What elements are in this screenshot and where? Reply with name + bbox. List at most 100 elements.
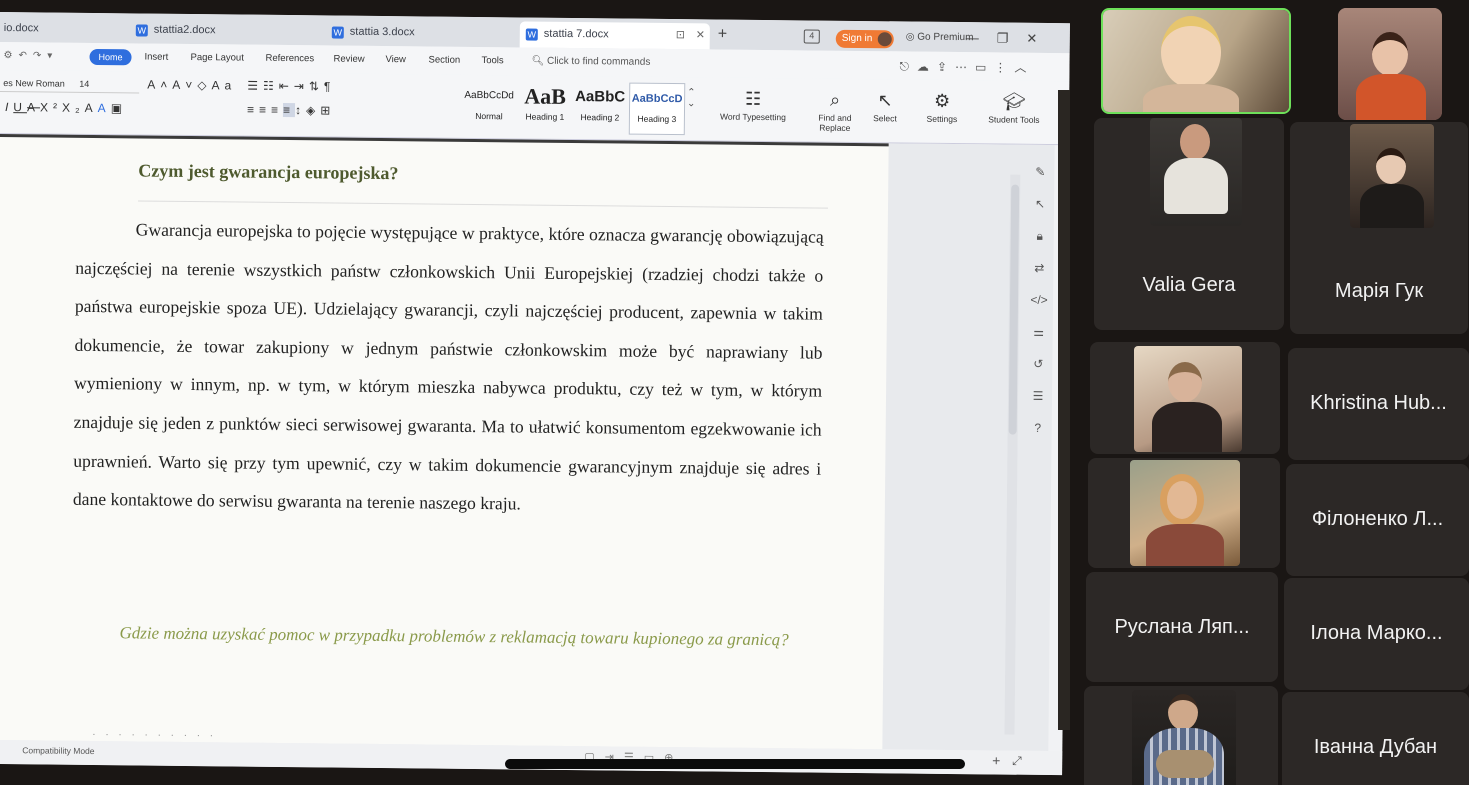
tab-document-1[interactable]: io.docx xyxy=(0,16,47,43)
subscript-icon[interactable]: X₂ xyxy=(62,101,85,115)
cloud-icon[interactable]: ☁ xyxy=(917,60,937,74)
align-right-icon[interactable]: ≡ xyxy=(271,103,283,117)
participant-tile-valia-gera[interactable]: Valia Gera xyxy=(1094,118,1284,330)
indent-icon[interactable]: ⇥ xyxy=(294,79,309,93)
help-icon[interactable]: ? xyxy=(1025,421,1049,453)
redo-icon[interactable]: ↷ xyxy=(33,50,48,61)
font-name-select[interactable]: es New Roman 14 xyxy=(0,75,140,94)
superscript-icon[interactable]: X² xyxy=(40,100,62,114)
zoom-in-icon[interactable]: + xyxy=(992,752,1000,768)
strikethrough-icon[interactable]: A xyxy=(27,100,40,114)
menu-section[interactable]: Section xyxy=(428,54,460,65)
tab-document-3[interactable]: W stattia 3.docx xyxy=(326,19,423,46)
close-icon[interactable]: ✕ xyxy=(1026,31,1055,46)
document-subheading[interactable]: Gdzie można uzyskać pomoc w przypadku pr… xyxy=(59,618,807,656)
chevron-down-icon[interactable]: ▾ xyxy=(47,50,58,61)
participant-tile-ilona[interactable]: Ілона Марко... xyxy=(1284,578,1469,690)
borders-icon[interactable]: ⊞ xyxy=(320,103,335,117)
align-left-icon[interactable]: ≡ xyxy=(247,103,259,117)
sliders-icon[interactable]: ⚌ xyxy=(1026,325,1050,357)
settings-icon[interactable]: ⚙ xyxy=(3,50,18,61)
participant-tile-ruslana[interactable]: Руслана Ляп... xyxy=(1086,572,1278,682)
style-heading-1[interactable]: AaB Heading 1 xyxy=(519,81,572,134)
numbering-icon[interactable]: ☷ xyxy=(263,79,279,93)
styles-scroll-icon[interactable]: ⌃ ⌄ xyxy=(687,87,696,109)
shrink-font-icon[interactable]: A˅ xyxy=(172,78,197,92)
collapse-ribbon-icon[interactable]: ︿ xyxy=(1014,61,1034,75)
new-tab-button[interactable]: + xyxy=(718,26,728,44)
multi-window-icon[interactable]: 4 xyxy=(803,29,820,44)
close-tab-icon[interactable]: ✕ xyxy=(696,28,705,41)
border-char-icon[interactable]: ▣ xyxy=(111,101,127,115)
menu-tools[interactable]: Tools xyxy=(481,55,503,66)
comment-icon[interactable]: ▭ xyxy=(975,60,994,74)
translate-icon[interactable]: ⇄ xyxy=(1027,261,1051,293)
outdent-icon[interactable]: ⇤ xyxy=(279,79,294,93)
style-normal[interactable]: AaBbCcDd Normal xyxy=(461,81,518,134)
menu-page-layout[interactable]: Page Layout xyxy=(190,52,243,64)
style-label: Normal xyxy=(475,110,503,122)
minimize-icon[interactable]: — xyxy=(966,30,997,45)
fullscreen-icon[interactable]: ⤢ xyxy=(1012,754,1022,769)
more-icon[interactable]: ⋯ xyxy=(955,60,975,74)
participant-tile[interactable] xyxy=(1084,686,1278,785)
word-typesetting-button[interactable]: ☷ Word Typesetting xyxy=(707,85,799,122)
sort-icon[interactable]: ⇅ xyxy=(309,79,324,93)
find-replace-button[interactable]: ⌕ Find and Replace xyxy=(807,86,863,133)
menu-insert[interactable]: Insert xyxy=(144,52,168,63)
font-color-icon[interactable]: A xyxy=(98,101,111,115)
highlight-icon[interactable]: A xyxy=(85,101,98,115)
layers-icon[interactable]: ☰ xyxy=(1026,389,1050,421)
tab-document-2[interactable]: W stattia2.docx xyxy=(130,17,224,44)
bullets-icon[interactable]: ☰ xyxy=(247,79,263,93)
grow-font-icon[interactable]: A˄ xyxy=(147,78,172,92)
settings-button[interactable]: ⚙ Settings xyxy=(913,88,971,125)
command-search[interactable]: 🔍︎ Click to find commands xyxy=(531,56,650,68)
show-marks-icon[interactable]: ¶ xyxy=(324,79,336,93)
style-heading-2[interactable]: AaBbC Heading 2 xyxy=(573,82,628,135)
lock-icon[interactable]: 🔒︎ xyxy=(1027,229,1051,261)
line-spacing-icon[interactable]: ↕ xyxy=(295,103,306,117)
change-case-icon[interactable]: Aa xyxy=(211,78,236,92)
document-page[interactable]: Czym jest gwarancja europejska? Gwarancj… xyxy=(0,133,889,750)
student-tools-button[interactable]: 🎓︎ Student Tools xyxy=(979,88,1049,125)
more-icon[interactable]: ⋮ xyxy=(994,60,1014,74)
menu-home[interactable]: Home xyxy=(89,48,132,66)
menu-references[interactable]: References xyxy=(265,53,314,65)
scrollbar-thumb[interactable] xyxy=(1008,184,1020,435)
pin-icon[interactable]: ⊡ xyxy=(676,28,685,41)
shading-icon[interactable]: ◈ xyxy=(306,103,320,117)
participant-tile-filonenko[interactable]: Філоненко Л... xyxy=(1286,464,1469,576)
vertical-scrollbar[interactable] xyxy=(1004,174,1021,735)
export-icon[interactable]: ⇪ xyxy=(937,60,955,74)
participant-tile[interactable] xyxy=(1088,458,1280,568)
go-premium-button[interactable]: ◎ Go Premium xyxy=(906,31,974,43)
font-size-select[interactable]: 14 xyxy=(79,79,89,89)
sign-in-button[interactable]: Sign in xyxy=(835,29,894,49)
document-paragraph[interactable]: Gwarancja europejska to pojęcie występuj… xyxy=(73,210,824,527)
participant-tile-khristina[interactable]: Khristina Hub... xyxy=(1288,348,1469,460)
share-icon[interactable]: ⎋ xyxy=(899,59,917,73)
history-icon[interactable]: ↺ xyxy=(1026,357,1050,389)
participant-tile-ivanna[interactable]: Іванна Дубан xyxy=(1282,692,1469,785)
home-indicator[interactable] xyxy=(505,759,965,769)
justify-icon[interactable]: ≡ xyxy=(282,102,296,118)
undo-icon[interactable]: ↶ xyxy=(18,50,33,61)
align-center-icon[interactable]: ≡ xyxy=(259,103,271,117)
tab-document-active[interactable]: W stattia 7.docx ⊡ ✕ xyxy=(519,21,710,50)
clear-format-icon[interactable]: ◇ xyxy=(197,78,211,92)
restore-icon[interactable]: ❐ xyxy=(997,30,1027,45)
participant-tile[interactable] xyxy=(1338,8,1442,120)
style-heading-3[interactable]: AaBbCcD Heading 3 xyxy=(628,82,686,136)
document-heading[interactable]: Czym jest gwarancja europejska? xyxy=(138,160,398,184)
participant-tile[interactable] xyxy=(1090,342,1280,454)
code-icon[interactable]: </> xyxy=(1027,293,1051,325)
pen-icon[interactable]: ✎ xyxy=(1028,165,1052,197)
underline-icon[interactable]: U xyxy=(13,100,27,114)
menu-view[interactable]: View xyxy=(385,54,406,65)
menu-review[interactable]: Review xyxy=(333,53,364,64)
participant-tile-active-speaker[interactable] xyxy=(1101,8,1291,114)
select-button[interactable]: ↖ Select xyxy=(863,87,907,123)
participant-tile-mariia-huk[interactable]: Марія Гук xyxy=(1290,122,1468,334)
cursor-icon[interactable]: ↖ xyxy=(1028,197,1052,229)
